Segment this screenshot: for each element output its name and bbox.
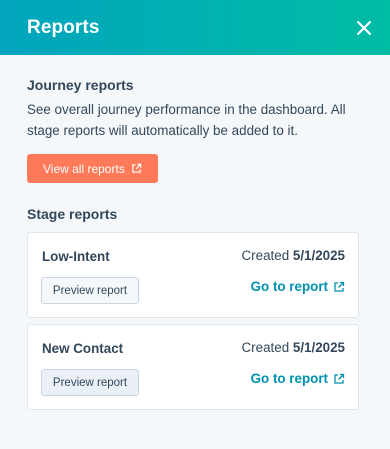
card-title: Low-Intent <box>42 249 110 264</box>
created-prefix: Created <box>241 248 290 263</box>
view-all-reports-label: View all reports <box>43 161 125 176</box>
stage-report-card: Low-Intent Created 5/1/2025 Preview repo… <box>27 232 359 318</box>
journey-reports-heading: Journey reports <box>27 77 134 93</box>
panel-content: Journey reports See overall journey perf… <box>27 76 363 410</box>
go-to-report-label: Go to report <box>250 371 328 386</box>
created-date-value: 5/1/2025 <box>292 248 345 263</box>
close-icon <box>356 20 372 35</box>
created-date: Created 5/1/2025 <box>242 248 346 263</box>
preview-report-button[interactable]: Preview report <box>41 277 139 304</box>
card-title: New Contact <box>42 341 124 356</box>
preview-report-button[interactable]: Preview report <box>41 369 139 396</box>
created-date: Created 5/1/2025 <box>242 340 346 355</box>
stage-reports-heading: Stage reports <box>27 206 118 222</box>
journey-reports-description: See overall journey performance in the d… <box>27 102 346 138</box>
view-all-reports-button[interactable]: View all reports <box>27 154 158 183</box>
created-date-value: 5/1/2025 <box>292 340 345 355</box>
go-to-report-label: Go to report <box>250 279 328 294</box>
go-to-report-link[interactable]: Go to report <box>251 279 345 294</box>
external-link-icon <box>132 163 142 173</box>
created-prefix: Created <box>241 340 290 355</box>
go-to-report-link[interactable]: Go to report <box>251 371 345 386</box>
panel-header: Reports <box>0 0 390 55</box>
external-link-icon <box>334 281 345 292</box>
external-link-icon <box>334 373 345 384</box>
panel-title: Reports <box>27 16 100 38</box>
close-button[interactable] <box>354 18 374 38</box>
stage-report-card: New Contact Created 5/1/2025 Preview rep… <box>27 324 359 410</box>
